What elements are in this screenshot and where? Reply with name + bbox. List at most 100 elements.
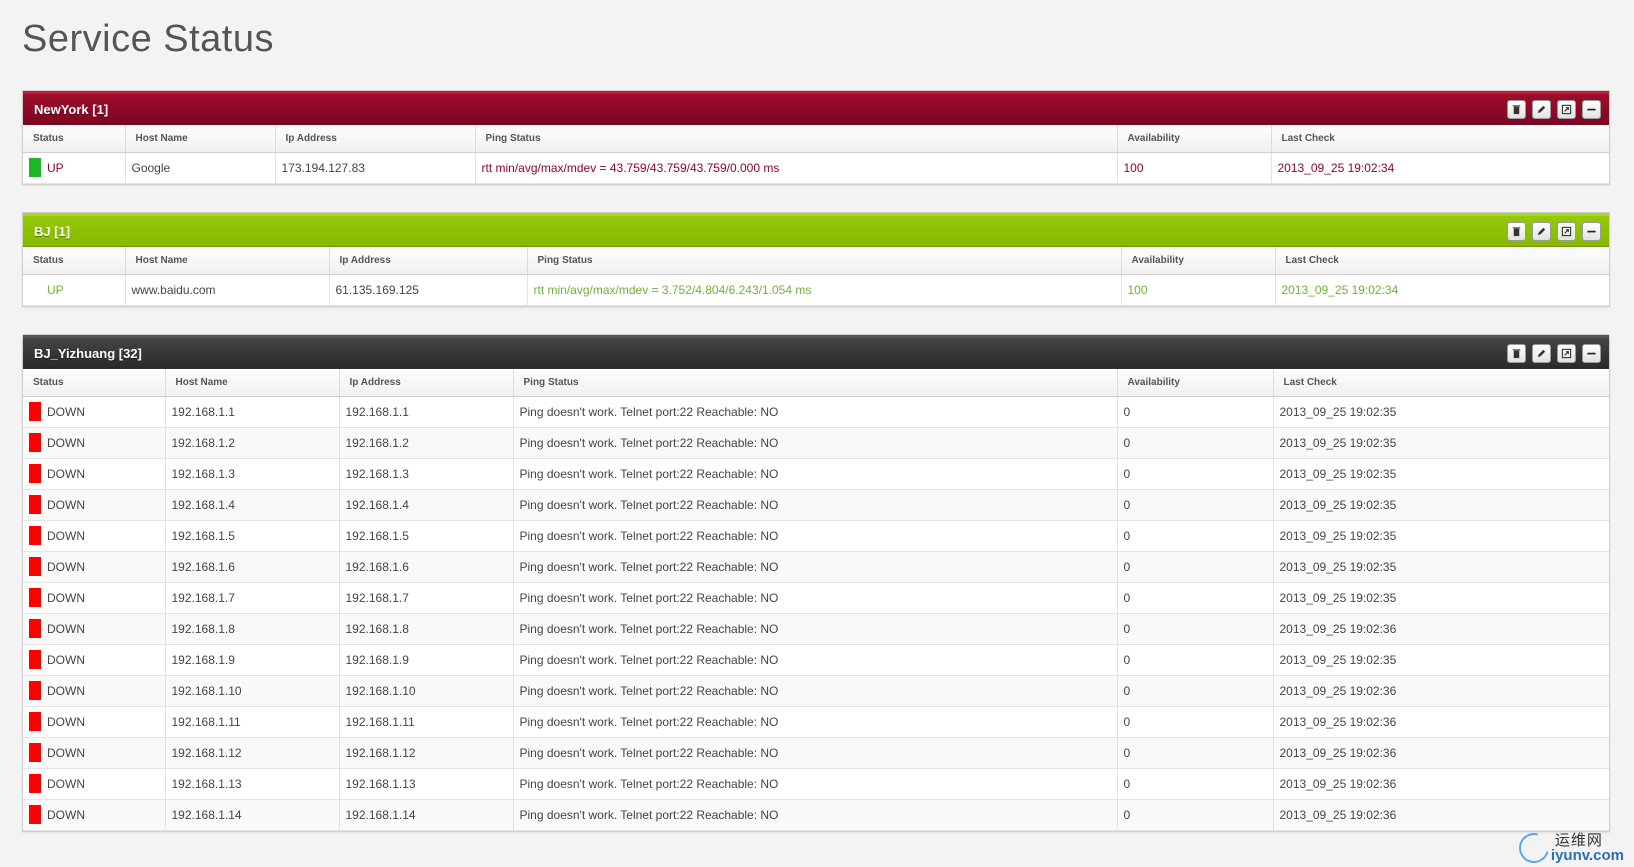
availability: 0 (1117, 675, 1274, 707)
expand-button[interactable] (1557, 222, 1576, 241)
column-header[interactable]: Availability (1117, 125, 1272, 153)
ping-status: Ping doesn't work. Telnet port:22 Reacha… (513, 582, 1118, 614)
status-cell: DOWN (23, 458, 166, 490)
delete-button[interactable] (1507, 100, 1526, 119)
status-indicator (29, 402, 41, 421)
status-text: DOWN (47, 435, 85, 450)
status-indicator (29, 712, 41, 731)
edit-button[interactable] (1532, 222, 1551, 241)
column-header[interactable]: Status (23, 247, 126, 275)
status-indicator (29, 464, 41, 483)
status-cell: DOWN (23, 613, 166, 645)
edit-button[interactable] (1532, 100, 1551, 119)
logo-icon (1513, 827, 1555, 867)
last-check: 2013_09_25 19:02:35 (1273, 582, 1609, 614)
status-cell: UP (23, 152, 126, 184)
column-header[interactable]: Status (23, 125, 126, 153)
expand-button[interactable] (1557, 344, 1576, 363)
widget-tools (1507, 344, 1601, 363)
column-header[interactable]: Availability (1121, 247, 1276, 275)
status-text: DOWN (47, 652, 85, 667)
status-text: DOWN (47, 466, 85, 481)
column-header[interactable]: Host Name (125, 125, 276, 153)
table-row: DOWN 192.168.1.14 192.168.1.14 Ping doesn't… (23, 799, 1609, 831)
status-text: DOWN (47, 683, 85, 698)
column-header[interactable]: Host Name (165, 369, 340, 397)
status-cell: DOWN (23, 520, 166, 552)
column-header[interactable]: Ping Status (513, 369, 1118, 397)
widget-title: BJ_Yizhuang [32] (34, 346, 142, 361)
last-check: 2013_09_25 19:02:35 (1273, 489, 1609, 521)
pencil-icon (1537, 105, 1546, 114)
column-header[interactable]: Availability (1117, 369, 1274, 397)
status-indicator (29, 805, 41, 824)
availability: 0 (1117, 768, 1274, 800)
ping-status: Ping doesn't work. Telnet port:22 Reacha… (513, 520, 1118, 552)
table-row: DOWN 192.168.1.2 192.168.1.2 Ping doesn't w… (23, 427, 1609, 459)
widget-newyork: NewYork [1] Status Host Name Ip Address … (22, 90, 1610, 185)
status-text: DOWN (47, 559, 85, 574)
availability: 0 (1117, 458, 1274, 490)
table-row: DOWN 192.168.1.12 192.168.1.12 Ping doesn't… (23, 737, 1609, 769)
availability: 0 (1117, 551, 1274, 583)
status-text: DOWN (47, 528, 85, 543)
status-indicator (29, 280, 41, 299)
pencil-icon (1537, 227, 1546, 236)
availability: 0 (1117, 427, 1274, 459)
last-check: 2013_09_25 19:02:35 (1273, 427, 1609, 459)
delete-button[interactable] (1507, 344, 1526, 363)
ip-address: 192.168.1.5 (339, 520, 514, 552)
column-header[interactable]: Last Check (1271, 125, 1609, 153)
status-cell: DOWN (23, 675, 166, 707)
table-row: UP Google 173.194.127.83 rtt min/avg/max… (23, 152, 1609, 184)
status-cell: DOWN (23, 799, 166, 831)
column-header[interactable]: Last Check (1273, 369, 1609, 397)
collapse-button[interactable] (1582, 100, 1601, 119)
status-indicator (29, 495, 41, 514)
ping-status: Ping doesn't work. Telnet port:22 Reacha… (513, 768, 1118, 800)
column-header[interactable]: Ip Address (329, 247, 528, 275)
watermark: 运维网 iyunv.com (1513, 827, 1624, 867)
host-name: 192.168.1.5 (165, 520, 340, 552)
ping-status: Ping doesn't work. Telnet port:22 Reacha… (513, 458, 1118, 490)
collapse-button[interactable] (1582, 344, 1601, 363)
widget-bj-yizhuang: BJ_Yizhuang [32] Status Host Name Ip Add… (22, 334, 1610, 832)
status-table: Status Host Name Ip Address Ping Status … (23, 125, 1609, 184)
ping-status: Ping doesn't work. Telnet port:22 Reacha… (513, 489, 1118, 521)
last-check: 2013_09_25 19:02:36 (1273, 675, 1609, 707)
status-cell: DOWN (23, 582, 166, 614)
status-indicator (29, 619, 41, 638)
status-indicator (29, 650, 41, 669)
availability: 0 (1117, 799, 1274, 831)
widget-tools (1507, 100, 1601, 119)
host-name: 192.168.1.3 (165, 458, 340, 490)
column-header[interactable]: Last Check (1275, 247, 1609, 275)
delete-button[interactable] (1507, 222, 1526, 241)
ping-status: Ping doesn't work. Telnet port:22 Reacha… (513, 396, 1118, 428)
watermark-en: iyunv.com (1550, 847, 1624, 864)
edit-button[interactable] (1532, 344, 1551, 363)
table-row: DOWN 192.168.1.6 192.168.1.6 Ping doesn't w… (23, 551, 1609, 583)
column-header[interactable]: Ip Address (275, 125, 476, 153)
column-header[interactable]: Ping Status (527, 247, 1122, 275)
host-name: 192.168.1.6 (165, 551, 340, 583)
ping-status: Ping doesn't work. Telnet port:22 Reacha… (513, 799, 1118, 831)
trash-icon (1512, 349, 1521, 359)
last-check: 2013_09_25 19:02:34 (1271, 152, 1609, 184)
collapse-button[interactable] (1582, 222, 1601, 241)
column-header[interactable]: Ping Status (475, 125, 1118, 153)
status-indicator (29, 433, 41, 452)
host-name: 192.168.1.10 (165, 675, 340, 707)
status-text: DOWN (47, 497, 85, 512)
table-row: DOWN 192.168.1.13 192.168.1.13 Ping doesn't… (23, 768, 1609, 800)
ip-address: 192.168.1.6 (339, 551, 514, 583)
status-indicator (29, 158, 41, 177)
status-indicator (29, 681, 41, 700)
host-name: Google (125, 152, 276, 184)
table-row: DOWN 192.168.1.4 192.168.1.4 Ping doesn't w… (23, 489, 1609, 521)
expand-button[interactable] (1557, 100, 1576, 119)
column-header[interactable]: Status (23, 369, 166, 397)
column-header[interactable]: Host Name (125, 247, 330, 275)
widget-title: BJ [1] (34, 224, 71, 239)
column-header[interactable]: Ip Address (339, 369, 514, 397)
